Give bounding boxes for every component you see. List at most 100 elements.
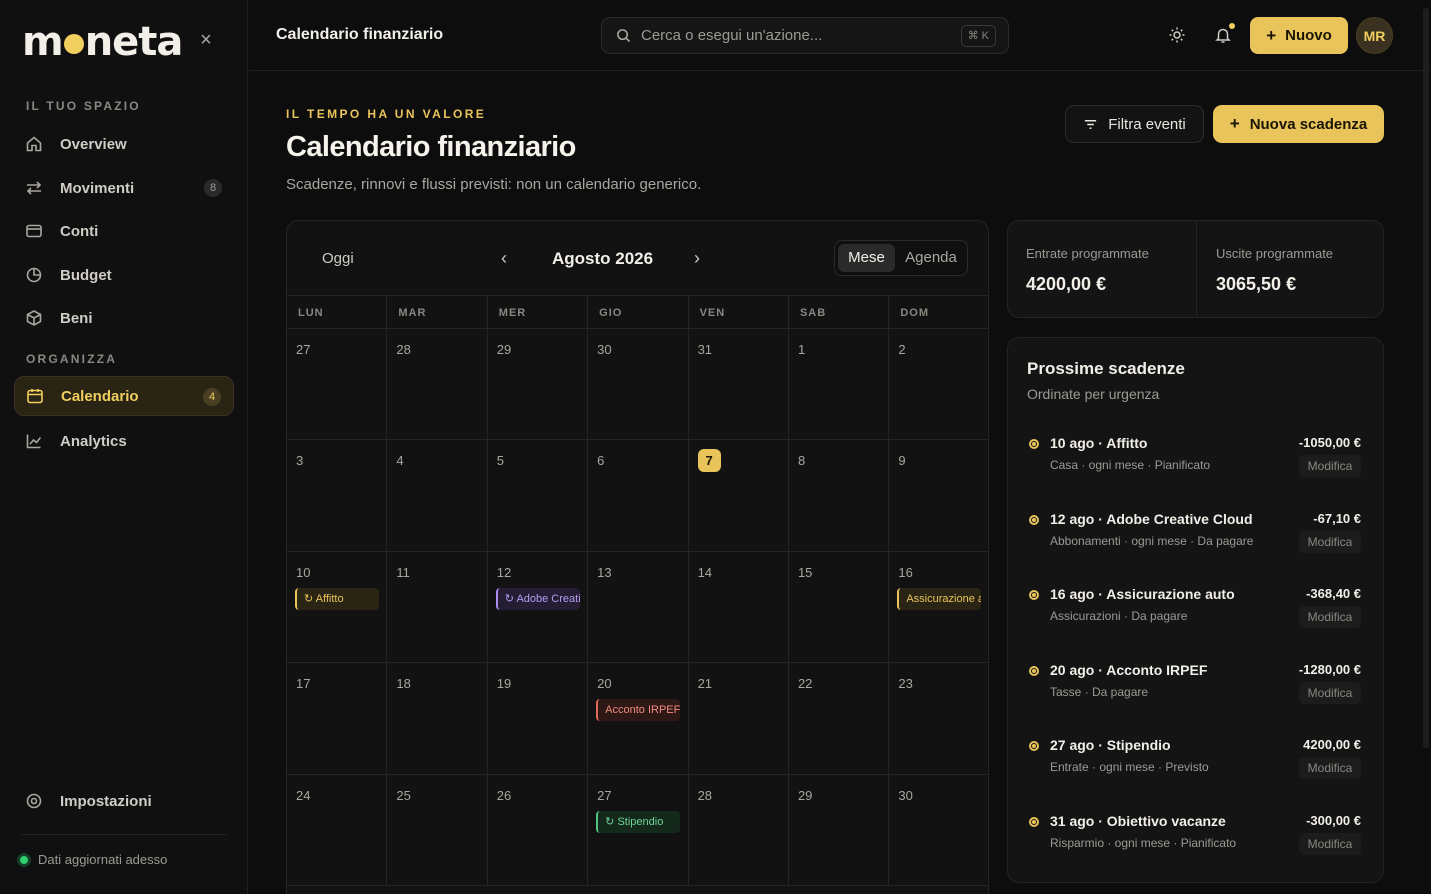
next-month-icon[interactable]: ›	[686, 245, 708, 271]
deadline-title: 27 ago · Stipendio	[1050, 737, 1171, 753]
calendar-day[interactable]: 28	[689, 774, 789, 885]
pie-icon	[25, 266, 43, 284]
notifications-button[interactable]	[1208, 20, 1238, 50]
home-icon	[25, 135, 43, 153]
calendar-day[interactable]: 16 Assicurazione auto	[889, 552, 988, 662]
calendar-day-today[interactable]: 7	[689, 440, 789, 551]
calendar-day[interactable]: 20 Acconto IRPEF	[588, 663, 689, 774]
edit-button[interactable]: Modifica	[1299, 833, 1361, 855]
bell-icon	[1215, 28, 1231, 43]
calendar-header: Oggi ‹ Agosto 2026 › Mese Agenda	[287, 221, 988, 296]
new-deadline-label: Nuova scadenza	[1249, 115, 1368, 133]
day-number: 26	[496, 787, 512, 803]
day-number: 12	[496, 564, 512, 580]
event-irpef[interactable]: Acconto IRPEF	[596, 699, 681, 722]
calendar-day[interactable]: 15	[789, 551, 890, 663]
calendar-day[interactable]: 23	[889, 663, 988, 773]
calendar-day[interactable]: 27 ↻ Stipendio	[588, 774, 689, 885]
new-button[interactable]: + Nuovo	[1250, 17, 1348, 54]
calendar-day[interactable]: 25	[387, 774, 488, 885]
sidebar-item-budget[interactable]: Budget	[14, 255, 234, 295]
calendar-day[interactable]: 4	[387, 440, 488, 551]
sidebar-item-analytics[interactable]: Analytics	[14, 421, 234, 461]
calendar-day[interactable]: 28	[387, 329, 488, 440]
sidebar-item-beni[interactable]: Beni	[14, 298, 234, 338]
current-month: Agosto 2026	[552, 249, 654, 268]
brand-logo[interactable]: m neta	[22, 20, 183, 64]
calendar-day[interactable]: 19	[488, 663, 589, 774]
sidebar-item-calendario[interactable]: Calendario 4	[14, 376, 234, 416]
calendar-week: 24 25 26 27 ↻ Stipendio 28 29 30	[287, 774, 988, 886]
page-scrollbar[interactable]	[1423, 8, 1429, 748]
calendar-day[interactable]: 6	[588, 440, 689, 551]
sidebar-item-movimenti[interactable]: Movimenti 8	[14, 168, 234, 208]
close-sidebar-icon[interactable]: ×	[196, 30, 216, 50]
today-button[interactable]: Oggi	[322, 250, 354, 267]
day-number: 30	[597, 342, 612, 357]
sidebar-item-overview[interactable]: Overview	[14, 124, 234, 164]
wallet-icon	[25, 222, 43, 240]
search-input[interactable]	[641, 27, 941, 44]
search-box[interactable]: ⌘ K	[601, 17, 1009, 54]
search-shortcut: ⌘ K	[960, 25, 996, 47]
list-item: 16 ago · Assicurazione auto Assicurazion…	[1027, 586, 1367, 648]
calendar-day[interactable]: 14	[689, 551, 789, 663]
deadline-meta: Risparmio · ogni mese · Pianificato	[1050, 836, 1237, 850]
edit-button[interactable]: Modifica	[1299, 531, 1361, 553]
calendar-day[interactable]: 31	[689, 329, 789, 440]
day-number: 20	[597, 676, 612, 692]
edit-button[interactable]: Modifica	[1299, 757, 1361, 779]
target-icon	[1029, 515, 1039, 525]
sidebar-item-conti[interactable]: Conti	[14, 211, 234, 251]
calendar-day[interactable]: 17	[287, 663, 388, 774]
event-adobe[interactable]: ↻ Adobe Creative Cloud	[495, 587, 580, 610]
new-deadline-button[interactable]: + Nuova scadenza	[1213, 105, 1384, 143]
day-number: 25	[396, 787, 411, 803]
calendario-count-badge: 4	[203, 388, 221, 406]
status-dot-icon	[20, 855, 28, 864]
gear-icon	[25, 792, 43, 810]
calendar-day[interactable]: 29	[488, 329, 589, 440]
edit-button[interactable]: Modifica	[1299, 606, 1361, 628]
chart-icon	[25, 432, 43, 450]
list-item: 10 ago · Affitto Casa · ogni mese · Pian…	[1027, 435, 1367, 497]
day-number: 14	[697, 564, 713, 580]
calendar-day[interactable]: 30	[588, 329, 689, 440]
calendar-day[interactable]: 24	[287, 774, 388, 885]
view-month-tab[interactable]: Mese	[838, 244, 895, 272]
calendar-day[interactable]: 12 ↻ Adobe Creative Cloud	[488, 551, 589, 663]
prev-month-icon[interactable]: ‹	[493, 245, 515, 271]
calendar-day[interactable]: 29	[789, 774, 890, 885]
calendar-day[interactable]: 8	[789, 440, 890, 551]
edit-button[interactable]: Modifica	[1299, 682, 1361, 704]
weekday-label: LUN	[287, 296, 388, 328]
calendar-day[interactable]: 21	[689, 663, 789, 774]
calendar-day[interactable]: 3	[287, 440, 388, 551]
event-affitto[interactable]: ↻ Affitto	[295, 587, 379, 610]
weekday-label: GIO	[588, 296, 689, 328]
calendar-day[interactable]: 10 ↻ Affitto	[287, 551, 388, 663]
deadline-amount: -300,00 €	[1306, 813, 1361, 828]
calendar-day[interactable]: 2	[889, 329, 988, 439]
event-assicurazione[interactable]: Assicurazione auto	[897, 587, 982, 610]
calendar-day[interactable]: 18	[387, 663, 488, 774]
event-stipendio[interactable]: ↻ Stipendio	[596, 810, 681, 833]
calendar-day[interactable]: 22	[789, 663, 890, 774]
calendar-day[interactable]: 27	[287, 329, 388, 440]
sidebar-item-settings[interactable]: Impostazioni	[14, 781, 234, 821]
theme-toggle-button[interactable]	[1162, 20, 1192, 50]
filter-events-button[interactable]: Filtra eventi	[1065, 105, 1204, 143]
calendar-day[interactable]: 30	[889, 775, 988, 885]
avatar[interactable]: MR	[1356, 17, 1393, 54]
list-item: 20 ago · Acconto IRPEF Tasse · Da pagare…	[1027, 662, 1367, 724]
calendar-day[interactable]: 11	[387, 551, 488, 663]
calendar-day[interactable]: 9	[889, 440, 988, 550]
calendar-day[interactable]: 1	[789, 329, 890, 440]
calendar-day[interactable]: 5	[488, 440, 589, 551]
calendar-day[interactable]: 26	[488, 774, 589, 885]
upcoming-subtitle: Ordinate per urgenza	[1027, 386, 1160, 402]
view-agenda-tab[interactable]: Agenda	[897, 244, 965, 272]
deadline-amount: 4200,00 €	[1303, 737, 1361, 752]
edit-button[interactable]: Modifica	[1299, 455, 1361, 477]
calendar-day[interactable]: 13	[588, 551, 689, 663]
